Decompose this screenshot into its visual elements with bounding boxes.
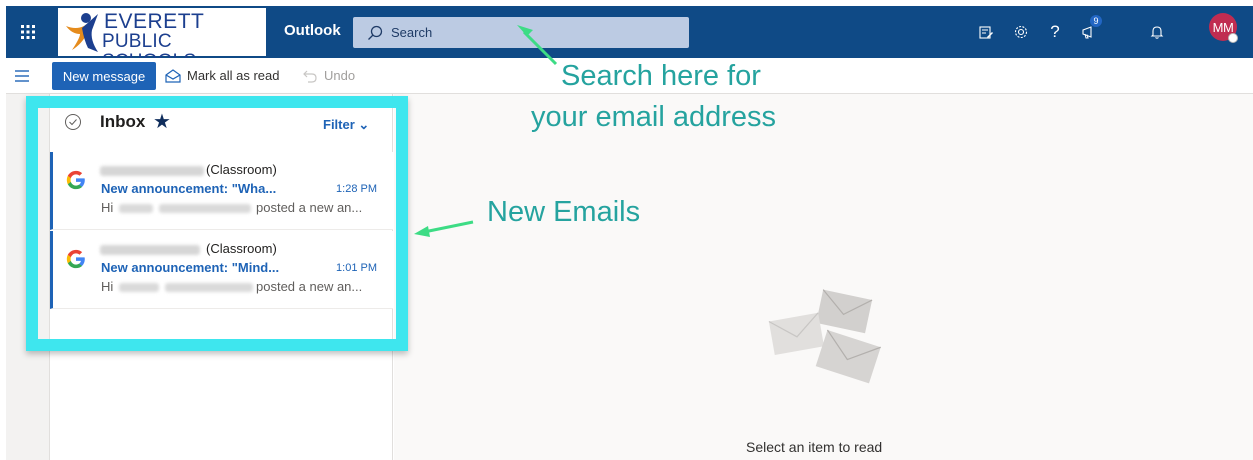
folder-pane-collapsed [6, 94, 50, 460]
help-icon[interactable]: ? [1043, 20, 1067, 44]
app-launcher-waffle-icon[interactable] [6, 6, 50, 58]
reading-pane-empty-text: Select an item to read [746, 439, 883, 455]
reading-pane: Select an item to read [394, 94, 1253, 460]
notification-count-badge: 9 [1089, 14, 1103, 28]
preview-name-redacted [165, 283, 253, 292]
preview-name-redacted [119, 204, 153, 213]
top-header-bar: EVERETT PUBLIC SCHOOLS Outlook ? 9 [6, 6, 1253, 72]
filter-label: Filter [323, 117, 355, 132]
chevron-down-icon: ⌄ [358, 117, 370, 132]
envelope-open-icon [165, 68, 181, 83]
logo-figure-icon [66, 13, 98, 52]
sender-suffix: (Classroom) [206, 241, 277, 256]
select-all-check-icon[interactable] [64, 113, 82, 131]
search-input[interactable] [391, 17, 681, 48]
new-message-button[interactable]: New message [52, 62, 156, 90]
search-box[interactable] [353, 17, 689, 48]
preview-start: Hi [101, 279, 114, 294]
message-subject: New announcement: "Mind... [101, 260, 280, 275]
annotation-search-hint-line2: your email address [531, 101, 776, 133]
mark-all-read-button[interactable]: Mark all as read [165, 68, 279, 83]
message-subject: New announcement: "Wha... [101, 181, 277, 196]
preview-name-redacted [159, 204, 251, 213]
folder-title: Inbox [100, 112, 146, 131]
preview-end: posted a new an... [256, 279, 363, 294]
everett-public-schools-logo[interactable]: EVERETT PUBLIC SCHOOLS [58, 8, 266, 72]
sender-name-redacted [100, 166, 204, 176]
undo-icon [303, 70, 317, 83]
preview-name-redacted [119, 283, 159, 292]
search-icon [368, 25, 383, 40]
favorite-star-icon[interactable]: ★ [153, 109, 171, 134]
notifications-bell-icon[interactable] [1145, 20, 1169, 44]
feedback-megaphone-icon[interactable]: 9 [1077, 14, 1103, 44]
undo-label: Undo [324, 68, 356, 83]
empty-envelopes-illustration-icon [768, 289, 881, 384]
hamburger-menu-icon[interactable] [12, 67, 32, 85]
sender-suffix: (Classroom) [206, 162, 277, 177]
preview-start: Hi [101, 200, 114, 215]
filter-button[interactable]: Filter ⌄ [323, 117, 369, 133]
google-logo-icon [66, 249, 85, 269]
message-list-pane: Inbox ★ Filter ⌄ (Classroom) New announc… [50, 94, 393, 460]
message-row[interactable]: (Classroom) New announcement: "Wha... 1:… [50, 152, 393, 230]
preview-end: posted a new an... [256, 200, 363, 215]
app-name-outlook[interactable]: Outlook [284, 22, 341, 39]
mark-all-read-label: Mark all as read [187, 68, 280, 83]
sender-name-redacted [100, 245, 200, 255]
settings-gear-icon[interactable] [1009, 20, 1033, 44]
annotation-new-emails: New Emails [487, 196, 641, 228]
message-time: 1:28 PM [336, 183, 377, 195]
google-logo-icon [66, 170, 85, 190]
message-list-header: Inbox ★ Filter ⌄ [50, 108, 393, 142]
message-row[interactable]: (Classroom) New announcement: "Mind... 1… [50, 231, 393, 309]
annotation-search-hint-line1: Search here for [561, 60, 761, 92]
presence-status-indicator [1228, 33, 1238, 43]
my-day-icon[interactable] [974, 20, 998, 44]
logo-text-everett: EVERETT [104, 10, 205, 33]
message-time: 1:01 PM [336, 262, 377, 274]
undo-button[interactable]: Undo [302, 68, 355, 83]
